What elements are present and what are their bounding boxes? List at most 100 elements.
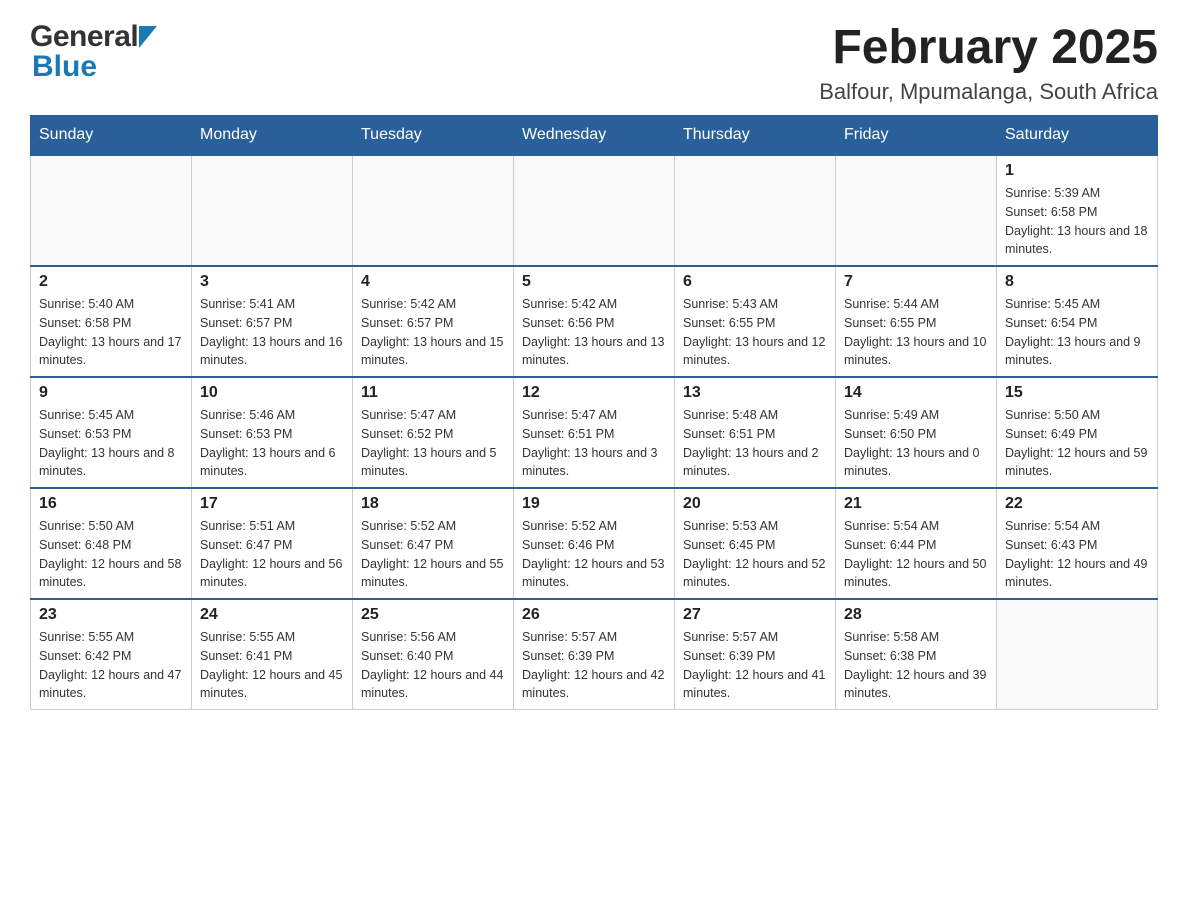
calendar-week-row: 16 Sunrise: 5:50 AM Sunset: 6:48 PM Dayli…	[31, 488, 1158, 599]
day-number: 28	[844, 606, 988, 624]
calendar-day-cell	[192, 155, 353, 266]
calendar-day-cell: 13 Sunrise: 5:48 AM Sunset: 6:51 PM Dayli…	[675, 377, 836, 488]
calendar-day-cell: 27 Sunrise: 5:57 AM Sunset: 6:39 PM Dayli…	[675, 599, 836, 710]
calendar-day-cell: 19 Sunrise: 5:52 AM Sunset: 6:46 PM Dayli…	[514, 488, 675, 599]
calendar-day-cell: 12Sunrise: 5:47 AM Sunset: 6:51 PM Dayli…	[514, 377, 675, 488]
calendar-week-row: 1 Sunrise: 5:39 AM Sunset: 6:58 PM Daylig…	[31, 155, 1158, 266]
day-number: 6	[683, 273, 827, 291]
day-info: Sunrise: 5:56 AM Sunset: 6:40 PM Dayligh…	[361, 628, 505, 703]
calendar-day-cell: 9 Sunrise: 5:45 AM Sunset: 6:53 PM Daylig…	[31, 377, 192, 488]
day-info: Sunrise: 5:54 AM Sunset: 6:43 PM Dayligh…	[1005, 517, 1149, 592]
day-number: 9	[39, 384, 183, 402]
day-info: Sunrise: 5:53 AM Sunset: 6:45 PM Dayligh…	[683, 517, 827, 592]
calendar-day-cell: 16 Sunrise: 5:50 AM Sunset: 6:48 PM Dayli…	[31, 488, 192, 599]
day-info: Sunrise: 5:44 AM Sunset: 6:55 PM Dayligh…	[844, 295, 988, 370]
day-info: Sunrise: 5:52 AM Sunset: 6:46 PM Dayligh…	[522, 517, 666, 592]
day-info: Sunrise: 5:42 AM Sunset: 6:57 PM Dayligh…	[361, 295, 505, 370]
day-info: Sunrise: 5:48 AM Sunset: 6:51 PM Dayligh…	[683, 406, 827, 481]
day-info: Sunrise: 5:57 AM Sunset: 6:39 PM Dayligh…	[683, 628, 827, 703]
day-number: 20	[683, 495, 827, 513]
col-friday: Friday	[836, 116, 997, 156]
day-info: Sunrise: 5:57 AM Sunset: 6:39 PM Dayligh…	[522, 628, 666, 703]
col-monday: Monday	[192, 116, 353, 156]
col-tuesday: Tuesday	[353, 116, 514, 156]
calendar-day-cell	[31, 155, 192, 266]
day-info: Sunrise: 5:45 AM Sunset: 6:53 PM Dayligh…	[39, 406, 183, 481]
day-info: Sunrise: 5:55 AM Sunset: 6:42 PM Dayligh…	[39, 628, 183, 703]
day-number: 23	[39, 606, 183, 624]
day-number: 10	[200, 384, 344, 402]
calendar-day-cell: 22 Sunrise: 5:54 AM Sunset: 6:43 PM Dayli…	[997, 488, 1158, 599]
calendar-day-cell	[675, 155, 836, 266]
day-info: Sunrise: 5:55 AM Sunset: 6:41 PM Dayligh…	[200, 628, 344, 703]
day-number: 16	[39, 495, 183, 513]
day-number: 15	[1005, 384, 1149, 402]
day-info: Sunrise: 5:40 AM Sunset: 6:58 PM Dayligh…	[39, 295, 183, 370]
day-number: 18	[361, 495, 505, 513]
col-saturday: Saturday	[997, 116, 1158, 156]
calendar-day-cell	[514, 155, 675, 266]
calendar-day-cell	[997, 599, 1158, 710]
logo: General Blue	[30, 20, 157, 84]
day-number: 24	[200, 606, 344, 624]
day-info: Sunrise: 5:42 AM Sunset: 6:56 PM Dayligh…	[522, 295, 666, 370]
day-number: 22	[1005, 495, 1149, 513]
calendar-day-cell: 25 Sunrise: 5:56 AM Sunset: 6:40 PM Dayli…	[353, 599, 514, 710]
col-thursday: Thursday	[675, 116, 836, 156]
day-info: Sunrise: 5:41 AM Sunset: 6:57 PM Dayligh…	[200, 295, 344, 370]
day-number: 27	[683, 606, 827, 624]
day-number: 13	[683, 384, 827, 402]
calendar-week-row: 23 Sunrise: 5:55 AM Sunset: 6:42 PM Dayli…	[31, 599, 1158, 710]
day-number: 7	[844, 273, 988, 291]
title-block: February 2025 Balfour, Mpumalanga, South…	[819, 20, 1158, 105]
calendar-day-cell	[836, 155, 997, 266]
calendar-day-cell: 10 Sunrise: 5:46 AM Sunset: 6:53 PM Dayli…	[192, 377, 353, 488]
day-number: 5	[522, 273, 666, 291]
calendar-day-cell: 5 Sunrise: 5:42 AM Sunset: 6:56 PM Daylig…	[514, 266, 675, 377]
day-number: 8	[1005, 273, 1149, 291]
calendar-day-cell: 21Sunrise: 5:54 AM Sunset: 6:44 PM Dayli…	[836, 488, 997, 599]
page-header: General Blue February 2025 Balfour, Mpum…	[30, 20, 1158, 105]
col-sunday: Sunday	[31, 116, 192, 156]
calendar-day-cell: 7 Sunrise: 5:44 AM Sunset: 6:55 PM Daylig…	[836, 266, 997, 377]
day-info: Sunrise: 5:51 AM Sunset: 6:47 PM Dayligh…	[200, 517, 344, 592]
calendar-day-cell: 4 Sunrise: 5:42 AM Sunset: 6:57 PM Daylig…	[353, 266, 514, 377]
calendar-day-cell: 26Sunrise: 5:57 AM Sunset: 6:39 PM Dayli…	[514, 599, 675, 710]
day-info: Sunrise: 5:47 AM Sunset: 6:52 PM Dayligh…	[361, 406, 505, 481]
calendar-day-cell: 23 Sunrise: 5:55 AM Sunset: 6:42 PM Dayli…	[31, 599, 192, 710]
calendar-day-cell: 28Sunrise: 5:58 AM Sunset: 6:38 PM Dayli…	[836, 599, 997, 710]
calendar-day-cell: 11 Sunrise: 5:47 AM Sunset: 6:52 PM Dayli…	[353, 377, 514, 488]
day-number: 2	[39, 273, 183, 291]
day-number: 17	[200, 495, 344, 513]
calendar-day-cell: 15 Sunrise: 5:50 AM Sunset: 6:49 PM Dayli…	[997, 377, 1158, 488]
day-info: Sunrise: 5:50 AM Sunset: 6:49 PM Dayligh…	[1005, 406, 1149, 481]
calendar-day-cell	[353, 155, 514, 266]
day-number: 1	[1005, 162, 1149, 180]
logo-blue-text: Blue	[32, 50, 97, 83]
day-info: Sunrise: 5:49 AM Sunset: 6:50 PM Dayligh…	[844, 406, 988, 481]
day-number: 11	[361, 384, 505, 402]
day-number: 14	[844, 384, 988, 402]
day-info: Sunrise: 5:54 AM Sunset: 6:44 PM Dayligh…	[844, 517, 988, 592]
calendar-day-cell: 2 Sunrise: 5:40 AM Sunset: 6:58 PM Daylig…	[31, 266, 192, 377]
calendar-day-cell: 3 Sunrise: 5:41 AM Sunset: 6:57 PM Daylig…	[192, 266, 353, 377]
day-number: 25	[361, 606, 505, 624]
day-info: Sunrise: 5:50 AM Sunset: 6:48 PM Dayligh…	[39, 517, 183, 592]
calendar-week-row: 2 Sunrise: 5:40 AM Sunset: 6:58 PM Daylig…	[31, 266, 1158, 377]
day-number: 12	[522, 384, 666, 402]
calendar-day-cell: 6 Sunrise: 5:43 AM Sunset: 6:55 PM Daylig…	[675, 266, 836, 377]
logo-triangle-icon	[139, 26, 157, 53]
day-info: Sunrise: 5:46 AM Sunset: 6:53 PM Dayligh…	[200, 406, 344, 481]
location-subtitle: Balfour, Mpumalanga, South Africa	[819, 79, 1158, 105]
day-number: 3	[200, 273, 344, 291]
calendar-day-cell: 20 Sunrise: 5:53 AM Sunset: 6:45 PM Dayli…	[675, 488, 836, 599]
day-number: 4	[361, 273, 505, 291]
calendar-header-row: Sunday Monday Tuesday Wednesday Thursday…	[31, 116, 1158, 156]
calendar-day-cell: 17 Sunrise: 5:51 AM Sunset: 6:47 PM Dayli…	[192, 488, 353, 599]
calendar-day-cell: 8Sunrise: 5:45 AM Sunset: 6:54 PM Daylig…	[997, 266, 1158, 377]
day-number: 19	[522, 495, 666, 513]
calendar-day-cell: 24 Sunrise: 5:55 AM Sunset: 6:41 PM Dayli…	[192, 599, 353, 710]
col-wednesday: Wednesday	[514, 116, 675, 156]
day-info: Sunrise: 5:43 AM Sunset: 6:55 PM Dayligh…	[683, 295, 827, 370]
day-info: Sunrise: 5:39 AM Sunset: 6:58 PM Dayligh…	[1005, 184, 1149, 259]
